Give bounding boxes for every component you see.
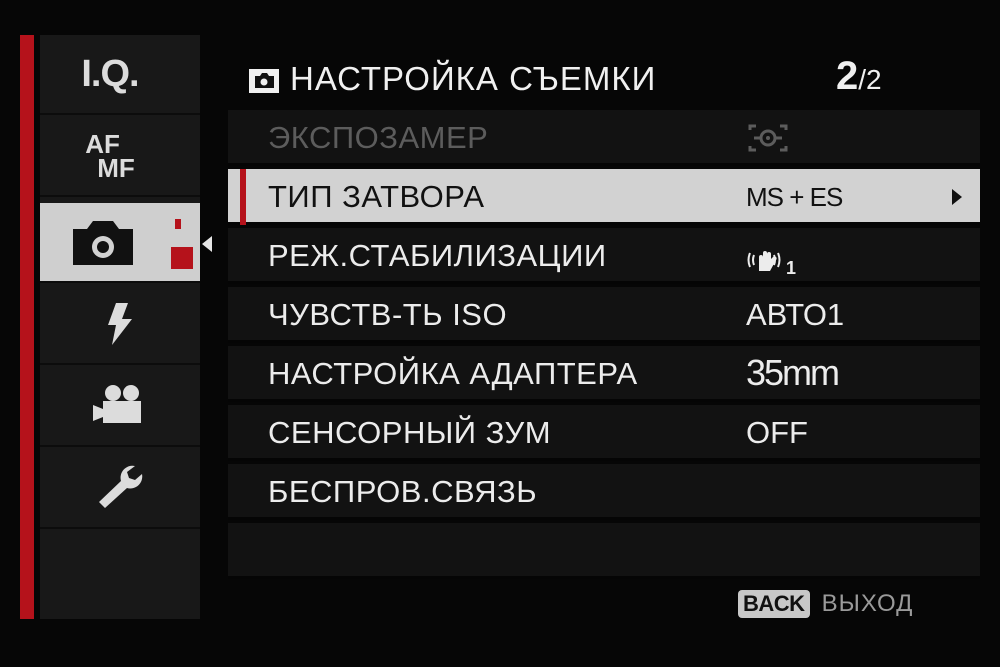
- menu-header: НАСТРОЙКА СЪЕМКИ 2/2: [228, 40, 980, 110]
- menu-item-metering[interactable]: ЭКСПОЗАМЕР: [228, 110, 980, 166]
- page-title: НАСТРОЙКА СЪЕМКИ: [290, 60, 657, 97]
- selection-accent: [240, 169, 246, 225]
- tab-movie[interactable]: [40, 367, 200, 447]
- camera-menu-screen: I.Q. AF MF НАСТРОЙКА СЪЕМКИ 2/2 ЭКСПОЗАМ…: [0, 0, 1000, 667]
- flash-icon: [108, 303, 132, 345]
- menu-item-shutter-type[interactable]: ТИП ЗАТВОРА MS + ES: [228, 169, 980, 225]
- menu-item-iso-sensitivity[interactable]: ЧУВСТВ-ТЬ ISO АВТО1: [228, 287, 980, 343]
- movie-camera-icon: [93, 385, 141, 423]
- metering-icon: [746, 122, 790, 162]
- page-indicator: 2/2: [836, 54, 882, 98]
- submenu-arrow-icon: [952, 189, 962, 205]
- tab-shooting-setting[interactable]: [40, 203, 200, 283]
- iq-icon: I.Q.: [81, 52, 139, 95]
- menu-item-adapter-setting[interactable]: НАСТРОЙКА АДАПТЕРА 35mm: [228, 346, 980, 402]
- camera-icon: [73, 219, 193, 269]
- stabilization-hand-icon: 1: [746, 240, 796, 279]
- tab-image-quality[interactable]: I.Q.: [40, 35, 200, 115]
- back-button[interactable]: BACK: [738, 590, 810, 618]
- menu-accent-strip: [20, 35, 34, 619]
- menu-item-empty: [228, 523, 980, 579]
- selected-tab-pointer-icon: [202, 236, 212, 252]
- back-label: ВЫХОД: [821, 590, 914, 617]
- menu-footer: BACK ВЫХОД: [738, 586, 913, 622]
- wrench-icon: [99, 465, 143, 508]
- menu-sidebar: I.Q. AF MF: [40, 35, 200, 619]
- tab-af-mf[interactable]: AF MF: [40, 117, 200, 197]
- tab-setup[interactable]: [40, 449, 200, 529]
- menu-item-wireless-communication[interactable]: БЕСПРОВ.СВЯЗЬ: [228, 464, 980, 520]
- menu-panel: НАСТРОЙКА СЪЕМКИ 2/2 ЭКСПОЗАМЕР ТИП ЗАТВ…: [228, 40, 980, 618]
- af-mf-icon: AF MF: [85, 129, 135, 183]
- menu-item-stabilization-mode[interactable]: РЕЖ.СТАБИЛИЗАЦИИ 1: [228, 228, 980, 284]
- tab-flash[interactable]: [40, 285, 200, 365]
- menu-item-touch-zoom[interactable]: СЕНСОРНЫЙ ЗУМ OFF: [228, 405, 980, 461]
- shooting-menu-icon: [249, 69, 279, 93]
